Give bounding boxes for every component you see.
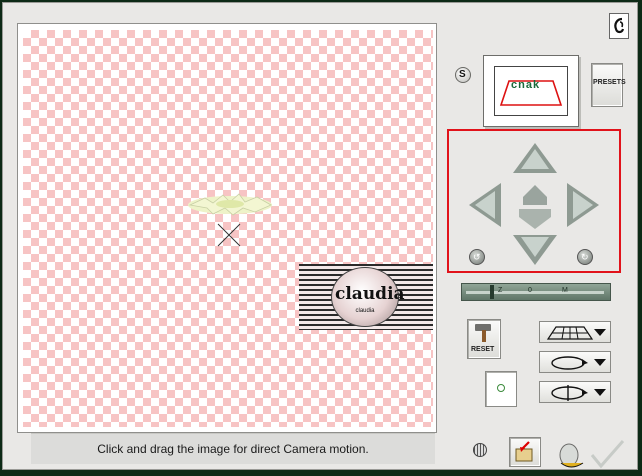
- slider-mark-z: Z: [498, 287, 503, 294]
- claudia-sublabel: claudia: [355, 308, 375, 314]
- orbit-icon: [551, 356, 588, 370]
- target-icon: [497, 384, 505, 392]
- slider-track: [466, 291, 604, 294]
- perspective-frame-icon: [499, 80, 563, 106]
- plugin-window: claudia claudia S cnak PRESETS ↺ ↻ Z 0 M…: [2, 2, 638, 470]
- s-button-label: S: [459, 69, 466, 80]
- reset-label: RESET: [471, 346, 495, 353]
- navigation-panel: ↺ ↻: [447, 129, 621, 273]
- presets-button[interactable]: PRESETS: [591, 63, 626, 107]
- cancel-icon[interactable]: [557, 441, 585, 471]
- move-up-highlight: [521, 149, 549, 169]
- chevron-down-icon: [594, 329, 606, 336]
- canvas-frame: claudia claudia: [17, 23, 437, 433]
- zoom-slider[interactable]: Z 0 M: [461, 283, 611, 301]
- orbit-dropdown[interactable]: [539, 351, 611, 373]
- perspective-grid-dropdown[interactable]: [539, 321, 611, 343]
- load-file-button[interactable]: [509, 437, 541, 467]
- reset-button[interactable]: RESET: [467, 319, 501, 359]
- presets-label: PRESETS: [593, 79, 626, 86]
- roll-dropdown[interactable]: [539, 381, 611, 403]
- slider-thumb[interactable]: [490, 285, 494, 299]
- chevron-down-icon: [594, 389, 606, 396]
- ok-check-icon[interactable]: [589, 439, 625, 469]
- grid-plane-icon: [546, 326, 594, 340]
- thumbnail-label: cnak: [511, 79, 541, 91]
- help-icon[interactable]: [609, 13, 629, 39]
- center-target-button[interactable]: [485, 371, 517, 407]
- preview-canvas[interactable]: claudia claudia: [23, 30, 433, 427]
- backward-button[interactable]: [519, 217, 551, 229]
- rotate-left-button[interactable]: ↺: [469, 249, 485, 265]
- center-marker-icon: [217, 223, 241, 247]
- folder-arrow-icon: [515, 441, 533, 462]
- status-bar: Click and drag the image for direct Came…: [31, 433, 435, 464]
- forward-body: [523, 197, 547, 205]
- move-down-highlight: [521, 237, 549, 257]
- claudia-label: claudia: [335, 284, 405, 304]
- move-left-highlight: [475, 191, 495, 219]
- slider-mark-m: M: [562, 287, 568, 294]
- grid-toggle-icon[interactable]: [473, 443, 487, 457]
- hammer-icon: [475, 324, 491, 342]
- rotate-right-button[interactable]: ↻: [577, 249, 593, 265]
- move-right-highlight: [573, 191, 593, 219]
- flower-object[interactable]: [185, 190, 275, 220]
- status-message: Click and drag the image for direct Came…: [97, 442, 369, 456]
- s-button[interactable]: S: [455, 67, 471, 83]
- roll-icon: [551, 385, 588, 401]
- claudia-image[interactable]: claudia claudia: [299, 264, 433, 330]
- chevron-down-icon: [594, 359, 606, 366]
- slider-mark-0: 0: [528, 287, 532, 294]
- forward-button[interactable]: [523, 185, 547, 197]
- thumbnail-inner: cnak: [494, 66, 568, 116]
- backward-body: [519, 209, 551, 217]
- camera-thumbnail[interactable]: cnak: [483, 55, 579, 127]
